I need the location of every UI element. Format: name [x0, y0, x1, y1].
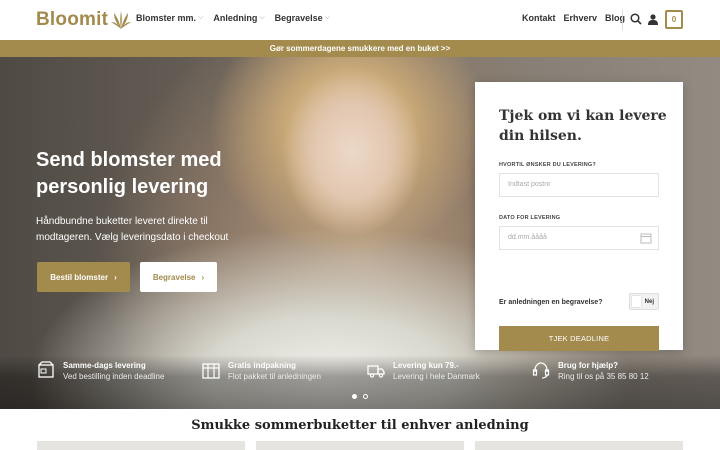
package-icon [38, 361, 54, 378]
cart-button[interactable]: 0 [665, 10, 683, 29]
hero-title: Send blomster med personlig levering [36, 149, 222, 198]
chevron-right-icon: › [114, 272, 117, 282]
delivery-check-card: Tjek om vi kan levere din hilsen. HVORTI… [475, 82, 683, 351]
search-icon[interactable] [630, 13, 642, 25]
funeral-toggle[interactable]: Nej [629, 293, 659, 310]
feature-support: Brug for hjælp? Ring til os på 35 85 80 1… [532, 361, 649, 383]
hero-banner: Send blomster med personlig levering Hån… [0, 57, 720, 409]
gift-icon [202, 363, 220, 379]
nav-item-blomster[interactable]: Blomster mm. ⌵ [136, 13, 203, 23]
order-flowers-button[interactable]: Bestil blomster › [37, 262, 130, 292]
section-title: Smukke sommerbuketter til enhver anledni… [191, 418, 529, 433]
date-label: DATO FOR LEVERING [499, 215, 561, 221]
logo-text: Bloomit [36, 9, 109, 30]
hero-subtitle: Håndbundne buketter leveret direkte til … [36, 216, 229, 243]
logo[interactable]: Bloomit [36, 9, 132, 31]
product-thumbnail[interactable] [37, 441, 245, 450]
slider-dot[interactable] [352, 394, 357, 399]
slider-dots [352, 394, 368, 399]
product-thumbnail[interactable] [475, 441, 683, 450]
nav-link-kontakt[interactable]: Kontakt [522, 13, 556, 23]
funeral-button[interactable]: Begravelse › [140, 262, 217, 292]
calendar-icon[interactable] [640, 232, 652, 244]
funeral-question: Er anledningen en begravelse? [499, 299, 603, 306]
check-deadline-button[interactable]: TJEK DEADLINE [499, 326, 659, 351]
divider [622, 10, 623, 30]
card-title: Tjek om vi kan levere din hilsen. [499, 108, 667, 144]
chevron-down-icon: ⌵ [259, 14, 265, 21]
chevron-down-icon: ⌵ [198, 14, 204, 21]
slider-dot[interactable] [363, 394, 368, 399]
user-icon[interactable] [648, 14, 658, 25]
feature-gift-wrap: Gratis indpakning Flot pakket til anledni… [202, 361, 321, 383]
nav-item-anledning[interactable]: Anledning ⌵ [213, 13, 264, 23]
chevron-right-icon: › [201, 272, 205, 282]
main-nav: Blomster mm. ⌵ Anledning ⌵ Begravelse ⌵ [136, 13, 330, 23]
nav-item-begravelse[interactable]: Begravelse ⌵ [275, 13, 330, 23]
chevron-down-icon: ⌵ [324, 14, 331, 21]
date-input[interactable]: dd.mm.åååå [499, 226, 659, 250]
feature-delivery-price: Levering kun 79.- Levering i hele Danmark [367, 361, 480, 383]
postcode-label: HVORTIL ØNSKER DU LEVERING? [499, 162, 596, 168]
promo-banner[interactable]: Gør sommerdagene smukkere med en buket >… [0, 40, 720, 57]
postcode-input[interactable]: Indtast postnr [499, 173, 659, 197]
headset-icon [532, 362, 550, 379]
features-bar: Samme-dags levering Ved bestilling inden … [0, 355, 720, 409]
secondary-nav: Kontakt Erhverv Blog [522, 13, 625, 23]
feature-same-day: Samme-dags levering Ved bestilling inden … [37, 361, 164, 383]
nav-link-erhverv[interactable]: Erhverv [564, 13, 598, 23]
product-thumbnail[interactable] [256, 441, 464, 450]
flower-logo-icon [111, 11, 132, 29]
site-header: Bloomit Blomster mm. ⌵ Anledning ⌵ Begrave… [0, 0, 720, 40]
truck-icon [367, 365, 385, 378]
